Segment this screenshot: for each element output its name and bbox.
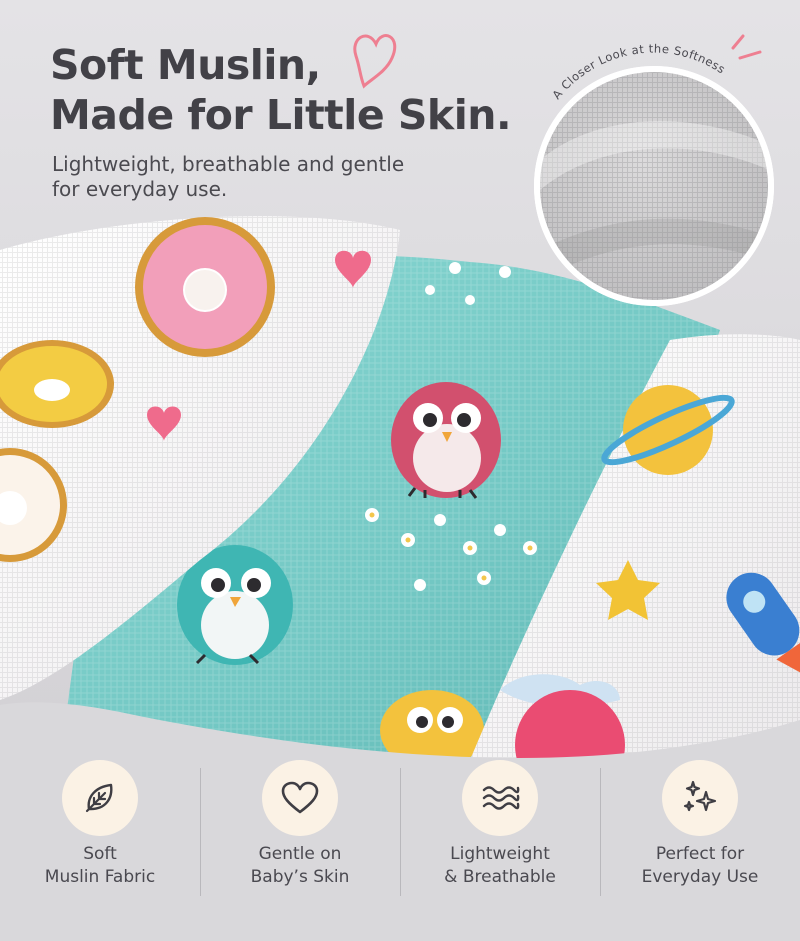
feature-label-line-2: Muslin Fabric — [44, 867, 156, 887]
feature-label-line-1: Perfect for — [655, 844, 745, 864]
feature-label: Lightweight & Breathable — [444, 843, 556, 889]
heart-icon — [262, 760, 338, 836]
feature-label: Gentle on Baby’s Skin — [251, 843, 350, 889]
sparkle-icon — [662, 760, 738, 836]
subtitle-line-1: Lightweight, breathable and gentle — [52, 152, 405, 176]
feature-everyday-use: Perfect for Everyday Use — [600, 760, 800, 930]
subtitle-line-2: for everyday use. — [52, 177, 228, 201]
feature-label-line-2: Baby’s Skin — [250, 867, 350, 887]
feature-lightweight-breathable: Lightweight & Breathable — [400, 760, 600, 930]
feature-label: Soft Muslin Fabric — [45, 843, 155, 889]
feature-gentle-on-skin: Gentle on Baby’s Skin — [200, 760, 400, 930]
feature-label-line-1: Soft — [83, 844, 117, 864]
feature-label-line-1: Gentle on — [258, 844, 342, 864]
product-banner: A Closer Look at the Softness Soft Musli… — [0, 0, 800, 941]
feature-label: Perfect for Everyday Use — [642, 843, 759, 889]
headline-line-1: Soft Muslin, — [50, 41, 321, 89]
headline-line-2: Made for Little Skin. — [50, 91, 512, 139]
waves-icon — [462, 760, 538, 836]
leaf-icon — [62, 760, 138, 836]
feature-list: Soft Muslin Fabric Gentle on Baby’s Skin — [0, 760, 800, 930]
feature-soft-muslin: Soft Muslin Fabric — [0, 760, 200, 930]
subtitle: Lightweight, breathable and gentle for e… — [52, 152, 404, 202]
headline: Soft Muslin, Made for Little Skin. — [50, 40, 512, 140]
feature-label-line-1: Lightweight — [450, 844, 550, 864]
feature-label-line-2: Everyday Use — [641, 867, 759, 887]
feature-label-line-2: & Breathable — [444, 867, 556, 887]
